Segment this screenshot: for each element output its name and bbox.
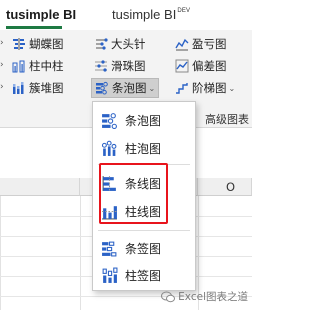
grid-line	[80, 196, 81, 310]
step-chart-label: 阶梯图	[192, 81, 227, 95]
pin-chart-label: 大头针	[111, 37, 146, 51]
ribbon-tab-bar: tusimple BI tusimple BIDEV	[0, 0, 252, 30]
column-in-column-icon	[12, 60, 25, 73]
slider-bead-chart-label: 滑珠图	[111, 59, 146, 73]
bar-bubble-chart-icon	[96, 81, 108, 95]
menu-item-label: 柱泡图	[125, 141, 162, 156]
tab-tusimple-bi[interactable]: tusimple BI	[6, 7, 76, 22]
butterfly-chart-label: 蝴蝶图	[29, 37, 64, 51]
column-in-column-button[interactable]: 柱中柱	[12, 56, 64, 76]
chevron-down-icon: ⌄	[148, 83, 156, 93]
grid-line	[0, 196, 1, 310]
profit-loss-chart-button[interactable]: 盈亏图	[175, 34, 227, 54]
active-tab-indicator	[6, 26, 62, 29]
deviation-chart-icon	[175, 59, 189, 73]
butterfly-chart-icon	[13, 38, 25, 50]
chevron-down-icon: ⌄	[228, 83, 236, 93]
menu-item-column-bubble[interactable]: 柱泡图	[101, 136, 189, 160]
tab-tusimple-bi-dev[interactable]: tusimple BIDEV	[112, 7, 190, 22]
cluster-stack-button[interactable]: 簇堆图	[12, 78, 64, 98]
step-chart-icon	[176, 83, 188, 94]
advanced-charts-group-label: 高级图表	[205, 113, 249, 126]
menu-item-bar-tag[interactable]: 条签图	[101, 236, 189, 260]
tab-dev-label: tusimple BI	[112, 7, 177, 22]
column-in-column-label: 柱中柱	[29, 59, 64, 73]
menu-item-label: 条签图	[125, 241, 162, 256]
column-bubble-chart-icon	[101, 140, 117, 156]
cluster-stack-icon	[13, 82, 24, 94]
column-header-o[interactable]: O	[198, 178, 252, 196]
ribbon-scroll-icon: ›	[0, 82, 4, 92]
cluster-stack-label: 簇堆图	[29, 81, 64, 95]
watermark: Excel图表之道	[161, 289, 248, 304]
butterfly-chart-button[interactable]: 蝴蝶图	[12, 34, 64, 54]
tab-dev-superscript: DEV	[177, 8, 191, 14]
highlight-annotation	[99, 163, 168, 224]
slider-bead-chart-icon	[95, 60, 107, 72]
profit-loss-chart-label: 盈亏图	[192, 37, 227, 51]
bar-bubble-dropdown-button[interactable]: 条泡图 ⌄	[91, 78, 160, 98]
menu-item-label: 条泡图	[125, 113, 162, 128]
column-header-label: O	[225, 180, 236, 194]
column-tag-chart-icon	[102, 267, 118, 283]
bar-bubble-chart-icon	[102, 112, 117, 129]
pin-chart-icon	[96, 38, 108, 50]
bar-bubble-chart-label: 条泡图	[112, 81, 147, 95]
ribbon-scroll-icon: ›	[0, 60, 4, 70]
deviation-chart-label: 偏差图	[192, 59, 227, 73]
menu-item-label: 柱签图	[125, 268, 162, 283]
column-header[interactable]	[0, 178, 80, 196]
ribbon-scroll-icon: ›	[0, 38, 4, 48]
menu-separator	[98, 230, 190, 231]
bar-tag-chart-icon	[102, 241, 117, 256]
deviation-chart-button[interactable]: 偏差图	[175, 56, 227, 76]
watermark-text: Excel图表之道	[178, 291, 248, 303]
profit-loss-chart-icon	[175, 38, 189, 51]
menu-item-bar-bubble[interactable]: 条泡图	[101, 108, 189, 132]
slider-bead-chart-button[interactable]: 滑珠图	[94, 56, 146, 76]
pin-chart-button[interactable]: 大头针	[94, 34, 146, 54]
menu-item-column-tag[interactable]: 柱签图	[101, 263, 189, 287]
step-chart-button[interactable]: 阶梯图 ⌄	[175, 78, 235, 98]
wechat-icon	[161, 291, 176, 302]
